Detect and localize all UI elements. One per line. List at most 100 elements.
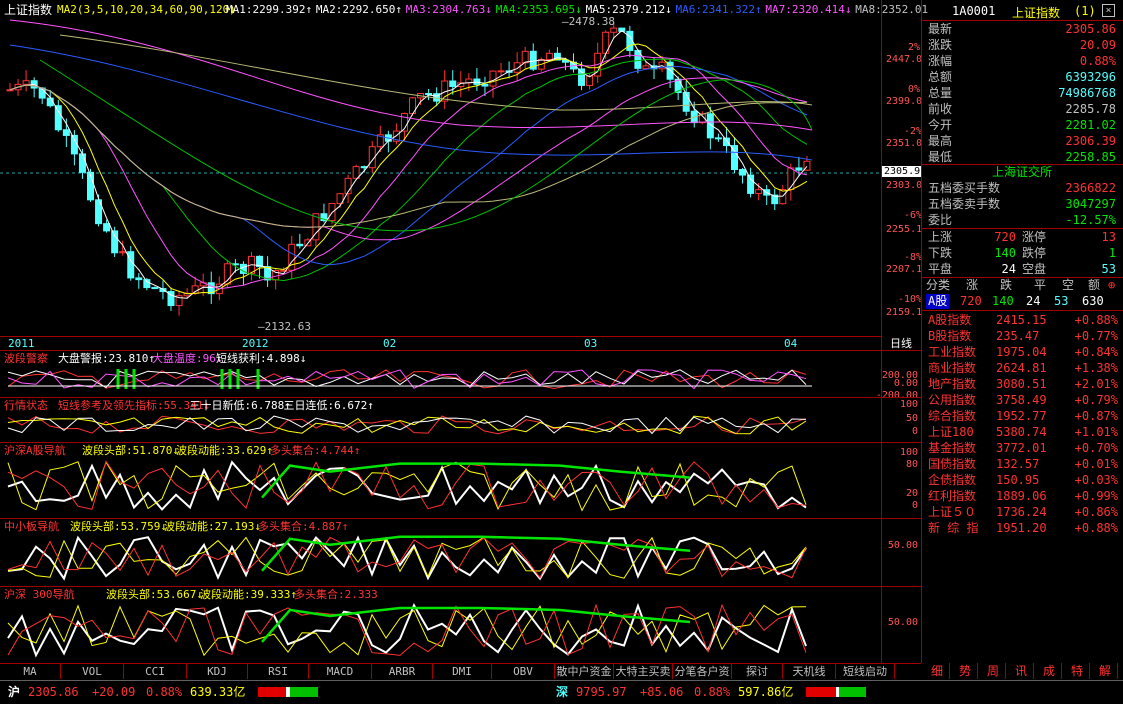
candle-body <box>6 89 14 92</box>
indicator-tab-4[interactable]: KDJ <box>187 664 248 679</box>
index-value: 2415.15 <box>996 313 1047 327</box>
sh-pct: 0.88% <box>146 685 183 699</box>
index-row[interactable]: 上证５０ 1736.24 +0.86% <box>926 504 1120 520</box>
indicator-pane-5[interactable]: 沪深 300导航 波段头部:53.667↓ 波段动能:39.333↑ 多头集合:2.3… <box>0 586 881 664</box>
indicator-tab-6[interactable]: MACD <box>309 664 372 679</box>
quote-value: 2305.86 <box>1065 22 1116 36</box>
quote-row: 最高 2306.39 <box>926 133 1120 149</box>
index-row[interactable]: 综合指数 1952.77 +0.87% <box>926 408 1120 424</box>
candle-body <box>578 68 586 86</box>
index-row[interactable]: 地产指数 3080.51 +2.01% <box>926 376 1120 392</box>
plus-icon[interactable]: ⊕ <box>1108 278 1115 293</box>
index-change: +0.88% <box>1074 313 1118 327</box>
candle-body <box>497 70 505 73</box>
breadth-row: 下跌 140 跌停 1 <box>926 245 1120 261</box>
close-icon[interactable]: × <box>1102 4 1115 17</box>
candle-body <box>545 52 553 60</box>
indicator-line <box>7 602 807 658</box>
index-row[interactable]: B股指数 235.47 +0.77% <box>926 328 1120 344</box>
indicator-tab-13[interactable]: 探讨 <box>732 664 783 679</box>
candle-body <box>119 251 127 254</box>
index-row[interactable]: 工业指数 1975.04 +0.84% <box>926 344 1120 360</box>
index-value: 235.47 <box>996 329 1040 343</box>
index-row[interactable]: 国债指数 132.57 +0.01% <box>926 456 1120 472</box>
sz-amount: 597.86亿 <box>738 685 794 699</box>
candle-body <box>714 137 722 140</box>
indicator-tab-11[interactable]: 大特主买卖 <box>614 664 673 679</box>
quote-label: 总额 <box>928 70 953 84</box>
main-chart-pane[interactable]: 上证指数 MA2(3,5,10,20,34,60,90,120) MA1:229… <box>0 0 928 350</box>
exchange-label: 上海证交所 <box>991 165 1052 179</box>
breadth-value: 53 <box>1101 262 1116 276</box>
y-label: 2351.0 <box>886 138 923 149</box>
right-panel-tab-4[interactable]: 讯 <box>1009 663 1034 679</box>
right-panel-tab-3[interactable]: 周 <box>981 663 1006 679</box>
candle-body <box>296 243 304 247</box>
index-row[interactable]: 基金指数 3772.01 +0.70% <box>926 440 1120 456</box>
right-panel-tab-2[interactable]: 势 <box>953 663 978 679</box>
index-row[interactable]: 企债指数 150.95 +0.03% <box>926 472 1120 488</box>
index-name: 国债指数 <box>928 457 977 471</box>
quote-row: 涨跌 20.09 <box>926 37 1120 53</box>
breadth-label: 上涨 <box>928 230 953 244</box>
indicator-tab-9[interactable]: OBV <box>492 664 555 679</box>
indicator-y-label: 50.00 <box>887 540 918 551</box>
pct-label: 0% <box>908 84 921 95</box>
right-panel-tab-6[interactable]: 特 <box>1065 663 1090 679</box>
indicator-tab-10[interactable]: 散中户资金 <box>555 664 614 679</box>
right-panel-tab-1[interactable]: 细 <box>925 663 950 679</box>
breadth-value: 140 <box>994 246 1016 260</box>
indicator-lines <box>7 415 807 435</box>
order-label: 五档委卖手数 <box>928 197 1001 211</box>
class-cell-amount: 630 <box>1082 294 1104 308</box>
sz-pct: 0.88% <box>694 685 731 699</box>
indicator-line <box>7 415 807 435</box>
index-change: +0.70% <box>1074 441 1118 455</box>
candle-body <box>489 70 497 87</box>
class-cell-down: 140 <box>992 294 1014 308</box>
quote-row: 今开 2281.02 <box>926 117 1120 133</box>
index-row[interactable]: 公用指数 3758.49 +0.79% <box>926 392 1120 408</box>
indicator-tab-1[interactable]: MA <box>0 664 61 679</box>
indicator-tab-7[interactable]: ARBR <box>372 664 433 679</box>
right-panel-tab-7[interactable]: 解 <box>1093 663 1118 679</box>
index-row[interactable]: 红利指数 1889.06 +0.99% <box>926 488 1120 504</box>
class-row[interactable]: A股 720 140 24 53 630 <box>922 294 1122 309</box>
index-value: 1952.77 <box>996 409 1047 423</box>
candle-body <box>22 80 30 85</box>
quote-value: 2306.39 <box>1065 134 1116 148</box>
indicator-pane-3[interactable]: 沪深A股导航 波段头部:51.870↓ 波段动能:33.629↑ 多头集合:4.744… <box>0 442 881 519</box>
class-cell-flat: 24 <box>1026 294 1041 308</box>
indicator-y-label: 0 <box>911 500 918 511</box>
indicator-tab-14[interactable]: 天机线 <box>783 664 836 679</box>
candle-body <box>103 223 111 232</box>
index-row[interactable]: 上证180 5380.74 +1.01% <box>926 424 1120 440</box>
indicator-pane-4[interactable]: 中小板导航 波段头部:53.759↓ 波段动能:27.193↓ 多头集合:4.887↑ <box>0 518 881 587</box>
index-value: 1889.06 <box>996 489 1047 503</box>
indicator-y-label: 100 <box>899 399 918 410</box>
quote-label: 最新 <box>928 22 953 36</box>
indicator-tab-2[interactable]: VOL <box>61 664 124 679</box>
indicator-tab-15[interactable]: 短线启动 <box>836 664 895 679</box>
indicator-pane-1[interactable]: 波段警察 大盘警报:23.810↑ 大盘温度:96↓ 短线获利:4.898↓ <box>0 350 881 398</box>
indicator-pane-2[interactable]: 行情状态 短线参考及领先指标:55.341↓ 三十日新低:6.788↑ 三日连低:6.… <box>0 397 881 443</box>
quote-header: 1A0001 上证指数 (1) × <box>922 2 1122 20</box>
index-row[interactable]: 商业指数 2624.81 +1.38% <box>926 360 1120 376</box>
index-row[interactable]: A股指数 2415.15 +0.88% <box>926 312 1120 328</box>
indicator-tab-8[interactable]: DMI <box>433 664 492 679</box>
right-panel-tab-5[interactable]: 成 <box>1037 663 1062 679</box>
low-marker: —2132.63 <box>258 320 311 333</box>
indicator-tab-3[interactable]: CCI <box>124 664 187 679</box>
sz-change: +85.06 <box>640 685 684 699</box>
indicator-tab-5[interactable]: RSI <box>248 664 309 679</box>
quote-row: 最低 2258.85 <box>926 149 1120 165</box>
candle-body <box>755 189 763 194</box>
candle-body <box>747 174 755 194</box>
indicator-tab-12[interactable]: 分笔各户资 <box>673 664 732 679</box>
index-name: A股指数 <box>928 313 972 327</box>
indicator-y-axis: 200.00 0.00 -200.00 <box>876 350 922 401</box>
status-bar: 沪 2305.86 +20.09 0.88% 639.33亿 深 9795.97… <box>0 680 1123 704</box>
x-label-04: 04 <box>784 337 798 350</box>
quote-row: 最新 2305.86 <box>926 21 1120 37</box>
index-row[interactable]: 新 综 指 1951.20 +0.88% <box>926 520 1120 536</box>
